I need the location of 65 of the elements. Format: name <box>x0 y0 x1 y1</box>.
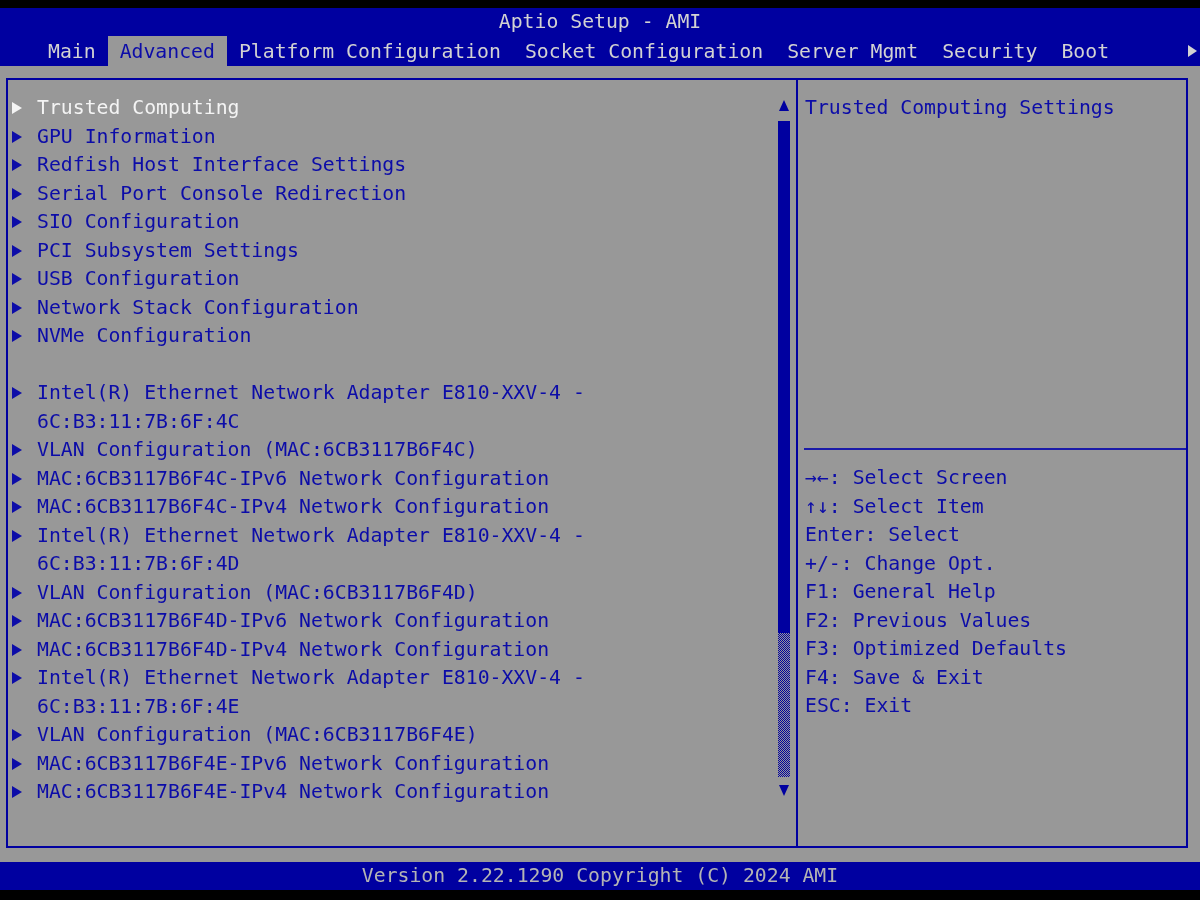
menu-item[interactable]: NVMe Configuration <box>12 322 252 351</box>
menu-item[interactable]: MAC:6CB3117B6F4E-IPv6 Network Configuration <box>12 749 550 778</box>
triangle-right-icon <box>12 159 22 171</box>
help-key-text: Enter: Select <box>805 522 960 548</box>
triangle-right-icon <box>12 529 22 542</box>
menu-item[interactable]: MAC:6CB3117B6F4D-IPv6 Network Configuration <box>12 607 550 636</box>
triangle-right-icon <box>12 615 22 627</box>
triangle-right-icon <box>12 187 22 200</box>
menu-item[interactable]: Trusted Computing <box>12 94 240 123</box>
triangle-right-icon <box>12 757 22 770</box>
triangle-right-icon <box>12 301 22 314</box>
triangle-right-icon <box>1188 45 1197 57</box>
menu-item[interactable]: Network Stack Configuration <box>12 293 359 322</box>
version-text: Version 2.22.1290 Copyright (C) 2024 AMI <box>361 863 839 889</box>
triangle-right-icon <box>12 786 22 798</box>
menu-item[interactable]: SIO Configuration <box>12 208 240 237</box>
menu-item[interactable]: Intel(R) Ethernet Network Adapter E810-XXV-4 - 6C:B3:11:7B:6F:4D <box>12 521 609 579</box>
help-key-text: +/-: Change Opt. <box>805 550 996 577</box>
menu-item[interactable]: MAC:6CB3117B6F4C-IPv6 Network Configuration <box>12 464 550 493</box>
menu-tab[interactable]: Server Mgmt <box>775 36 931 66</box>
triangle-down-icon[interactable] <box>779 785 789 796</box>
triangle-right-icon <box>12 729 22 741</box>
menu-item[interactable]: MAC:6CB3117B6F4D-IPv4 Network Configuration <box>12 635 550 664</box>
menu-item[interactable]: VLAN Configuration (MAC:6CB3117B6F4E) <box>12 721 478 750</box>
triangle-right-icon <box>12 387 22 399</box>
help-key-text: F3: Optimized Defaults <box>805 636 1067 662</box>
help-key-text: F4: Save & Exit <box>805 664 984 691</box>
triangle-right-icon <box>12 244 22 257</box>
menu-item[interactable]: VLAN Configuration (MAC:6CB3117B6F4D) <box>12 578 478 607</box>
triangle-right-icon <box>12 273 22 285</box>
menu-tab[interactable]: Security <box>930 36 1050 66</box>
menu-item[interactable]: USB Configuration <box>12 265 240 294</box>
help-key-text: F2: Previous Values <box>805 607 1032 634</box>
menu-item[interactable]: MAC:6CB3117B6F4C-IPv4 Network Configuration <box>12 493 550 522</box>
help-key-text: ESC: Exit <box>805 693 913 719</box>
triangle-right-icon <box>12 216 22 228</box>
triangle-right-icon <box>12 472 22 485</box>
menu-tab[interactable]: Socket Configuration <box>512 36 776 66</box>
menu-item[interactable]: VLAN Configuration (MAC:6CB3117B6F4C) <box>12 436 478 465</box>
menu-tab[interactable]: Boot <box>1049 36 1122 66</box>
triangle-right-icon <box>12 102 22 114</box>
menu-item[interactable]: Intel(R) Ethernet Network Adapter E810-XXV-4 - 6C:B3:11:7B:6F:4E <box>12 664 609 721</box>
triangle-right-icon <box>12 643 22 656</box>
triangle-up-icon[interactable] <box>779 100 789 111</box>
triangle-right-icon <box>12 330 22 342</box>
help-description: Trusted Computing Settings <box>805 95 1115 121</box>
triangle-right-icon <box>12 586 22 599</box>
triangle-right-icon <box>12 444 22 456</box>
menu-tab[interactable]: Platform Configuration <box>226 36 513 66</box>
help-key-text: ↑↓: Select Item <box>805 493 984 520</box>
menu-item[interactable]: GPU Information <box>12 122 216 151</box>
help-key-text: F1: General Help <box>805 579 996 605</box>
window-title: Aptio Setup - AMI <box>498 9 702 35</box>
triangle-right-icon <box>12 672 22 684</box>
menu-item[interactable]: Intel(R) Ethernet Network Adapter E810-XXV-4 - 6C:B3:11:7B:6F:4C <box>12 379 609 436</box>
help-key-text: →←: Select Screen <box>805 465 1008 491</box>
menu-item[interactable]: PCI Subsystem Settings <box>12 236 299 265</box>
triangle-right-icon <box>12 130 22 143</box>
scrollbar-thumb[interactable] <box>778 121 790 633</box>
menu-item[interactable]: Serial Port Console Redirection <box>12 179 407 208</box>
menu-tab[interactable]: Main <box>36 36 108 66</box>
triangle-right-icon <box>12 501 22 513</box>
menu-item[interactable]: Redfish Host Interface Settings <box>12 151 407 180</box>
menu-item[interactable]: MAC:6CB3117B6F4E-IPv4 Network Configuration <box>12 778 550 807</box>
menu-tab[interactable]: Advanced <box>107 36 227 66</box>
